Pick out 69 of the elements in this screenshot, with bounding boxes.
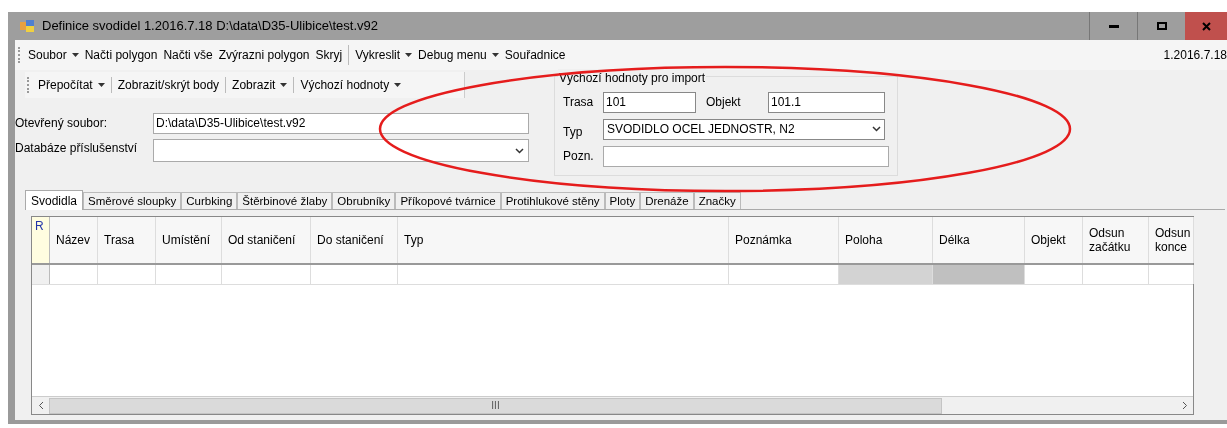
app-icon xyxy=(20,20,34,32)
column-header[interactable]: Umístění xyxy=(156,217,222,263)
note-field[interactable] xyxy=(603,145,889,167)
tab[interactable]: Ploty xyxy=(604,192,641,209)
caret-icon xyxy=(394,83,402,87)
tab[interactable]: Příkopové tvárnice xyxy=(395,192,501,209)
close-icon xyxy=(1201,21,1211,31)
column-header[interactable]: Typ xyxy=(398,217,729,263)
column-header[interactable]: Poznámka xyxy=(729,217,839,263)
menu-item[interactable]: Soubor xyxy=(25,45,82,65)
tab[interactable]: Protihlukové stěny xyxy=(500,192,605,209)
accessories-dropdown[interactable] xyxy=(153,139,529,162)
chevron-down-icon xyxy=(515,147,524,154)
grip-handle xyxy=(18,47,20,63)
caret-icon xyxy=(405,53,413,57)
row-header-corner: R xyxy=(32,217,50,263)
column-header[interactable]: Odsun začátku xyxy=(1083,217,1149,263)
tab[interactable]: Svodidla xyxy=(25,190,84,210)
tab[interactable]: Obrubníky xyxy=(332,192,396,209)
field-label: Otevřený soubor: xyxy=(15,115,109,132)
column-header[interactable]: Do staničení xyxy=(311,217,398,263)
field-label: Objekt xyxy=(706,94,742,111)
menu-item[interactable]: Skryj xyxy=(312,45,346,65)
column-header[interactable]: Odsun konce xyxy=(1149,217,1194,263)
grip-handle xyxy=(27,77,29,93)
caret-icon xyxy=(491,53,499,57)
minimize-icon xyxy=(1108,24,1119,28)
group-title: Výchozí hodnoty pro import xyxy=(558,69,707,87)
tab[interactable]: Štěrbinové žlaby xyxy=(237,192,333,209)
field-label: Pozn. xyxy=(563,148,595,165)
scrollbar-thumb[interactable]: III xyxy=(49,397,942,414)
tab[interactable]: Curbking xyxy=(181,192,238,209)
open-file-field[interactable]: D:\data\D35-Ulibice\test.v92 xyxy=(153,112,529,134)
caret-icon xyxy=(97,83,105,87)
toolbar-button[interactable]: Zobrazit xyxy=(229,75,291,95)
menu-item[interactable]: Načti vše xyxy=(160,45,216,65)
column-header[interactable]: Od staničení xyxy=(222,217,311,263)
column-header[interactable]: Poloha xyxy=(839,217,933,263)
column-header[interactable]: Objekt xyxy=(1025,217,1083,263)
trasa-field[interactable]: 101 xyxy=(603,91,696,113)
chevron-left-icon xyxy=(37,401,44,410)
toolbar-button[interactable]: Zobrazit/skrýt body xyxy=(114,75,223,95)
maximize-icon xyxy=(1156,22,1167,30)
column-header[interactable]: Délka xyxy=(933,217,1025,263)
caret-icon xyxy=(280,83,288,87)
tab[interactable]: Drenáže xyxy=(640,192,694,209)
caret-icon xyxy=(71,53,79,57)
close-button[interactable] xyxy=(1185,12,1227,40)
toolbar-button[interactable]: Přepočítat xyxy=(35,75,108,95)
menu-item[interactable]: Vykreslit xyxy=(348,45,416,65)
tab[interactable]: Značky xyxy=(693,192,741,209)
field-label: Databáze příslušenství xyxy=(15,140,139,157)
column-header[interactable]: Název xyxy=(50,217,98,263)
menu-item[interactable]: Zvýrazni polygon xyxy=(215,45,313,65)
menu-item[interactable]: Debug menu xyxy=(415,45,502,65)
menu-item[interactable]: Souřadnice xyxy=(501,45,569,65)
horizontal-scrollbar[interactable]: III xyxy=(32,396,1193,414)
column-header[interactable]: Trasa xyxy=(98,217,156,263)
version-label: 1.2016.7.18 xyxy=(1163,47,1227,64)
chevron-right-icon xyxy=(1181,401,1188,410)
field-label: Trasa xyxy=(563,94,595,111)
objekt-field[interactable]: 101.1 xyxy=(768,91,885,113)
field-label: Typ xyxy=(563,124,584,141)
window-title: Definice svodidel 1.2016.7.18 D:\data\D35-Ulibice\test.v92 xyxy=(42,17,379,36)
type-dropdown[interactable]: SVODIDLO OCEL JEDNOSTR, N2 xyxy=(603,118,885,140)
toolbar-button[interactable]: Výchozí hodnoty xyxy=(297,75,405,95)
tab[interactable]: Směrové sloupky xyxy=(83,192,182,209)
menu-item[interactable]: Načti polygon xyxy=(81,45,161,65)
chevron-down-icon xyxy=(872,126,881,132)
